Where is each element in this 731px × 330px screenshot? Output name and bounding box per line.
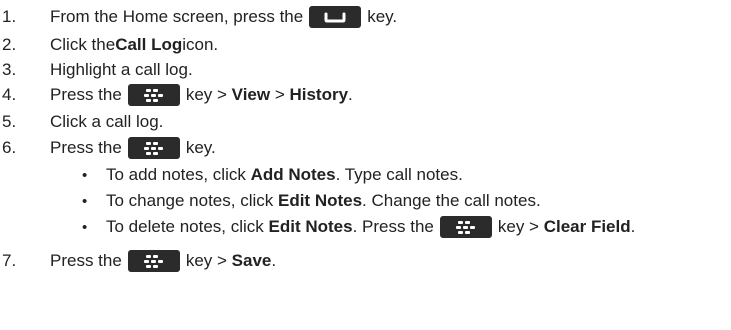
step-text: Click a call log.	[50, 112, 164, 131]
step-text: Press the	[50, 138, 122, 157]
bullet-dot: •	[82, 192, 88, 210]
step-text: key.	[185, 138, 216, 157]
step-text: key >	[185, 85, 232, 104]
send-key-icon	[309, 6, 362, 28]
step-text: key.	[367, 7, 398, 26]
step-4: 4. Press the key > View > History.	[0, 82, 353, 108]
step-text: icon.	[182, 35, 219, 54]
bullet-text: .	[630, 217, 636, 236]
bullet-dot: •	[82, 218, 88, 236]
step-1: 1. From the Home screen, press the key.	[0, 4, 397, 30]
bold-term: Add Notes	[250, 165, 336, 184]
menu-key-icon	[127, 84, 180, 106]
step-number: 4.	[2, 85, 17, 104]
step-text: >	[270, 85, 290, 104]
step-text: key >	[185, 251, 232, 270]
bullet-text: . Change the call notes.	[362, 191, 541, 210]
step-number: 3.	[2, 60, 17, 79]
step-number: 5.	[2, 112, 17, 131]
bold-term: View	[231, 85, 271, 104]
step-2: 2. Click the Call Log icon.	[0, 32, 218, 58]
step-text: Press the	[50, 85, 122, 104]
step-text: Click the	[50, 35, 116, 54]
bold-term: History	[289, 85, 349, 104]
bold-term: Edit Notes	[277, 191, 363, 210]
step-7: 7. Press the key > Save.	[0, 248, 276, 274]
step-number: 1.	[2, 7, 17, 26]
step-text: .	[348, 85, 353, 104]
instructions-list: 1. From the Home screen, press the key. …	[0, 0, 731, 330]
bullet-dot: •	[82, 166, 88, 184]
step-text: Highlight a call log.	[50, 60, 193, 79]
step-6: 6. Press the key.	[0, 135, 216, 161]
bold-term: Clear Field	[543, 217, 631, 236]
step-number: 2.	[2, 35, 17, 54]
bullet-item: • To add notes, click Add Notes. Type ca…	[82, 162, 463, 188]
step-text: Press the	[50, 251, 122, 270]
bullet-text: . Type call notes.	[335, 165, 463, 184]
bullet-text: key >	[497, 217, 544, 236]
bold-term: Call Log	[115, 35, 183, 54]
menu-key-icon	[439, 216, 492, 238]
bullet-item: • To delete notes, click Edit Notes. Pre…	[82, 214, 635, 240]
bold-term: Save	[231, 251, 272, 270]
bold-term: Edit Notes	[268, 217, 353, 236]
bullet-text: To delete notes, click	[106, 217, 269, 236]
step-number: 6.	[2, 138, 17, 157]
bullet-text: To change notes, click	[106, 191, 278, 210]
bullet-item: • To change notes, click Edit Notes. Cha…	[82, 188, 541, 214]
step-number: 7.	[2, 251, 17, 270]
menu-key-icon	[127, 137, 180, 159]
bullet-text: To add notes, click	[106, 165, 251, 184]
step-text: From the Home screen, press the	[50, 7, 304, 26]
step-text: .	[271, 251, 277, 270]
step-5: 5. Click a call log.	[0, 109, 163, 135]
menu-key-icon	[127, 250, 180, 272]
step-3: 3. Highlight a call log.	[0, 57, 193, 83]
bullet-text: . Press the	[352, 217, 434, 236]
